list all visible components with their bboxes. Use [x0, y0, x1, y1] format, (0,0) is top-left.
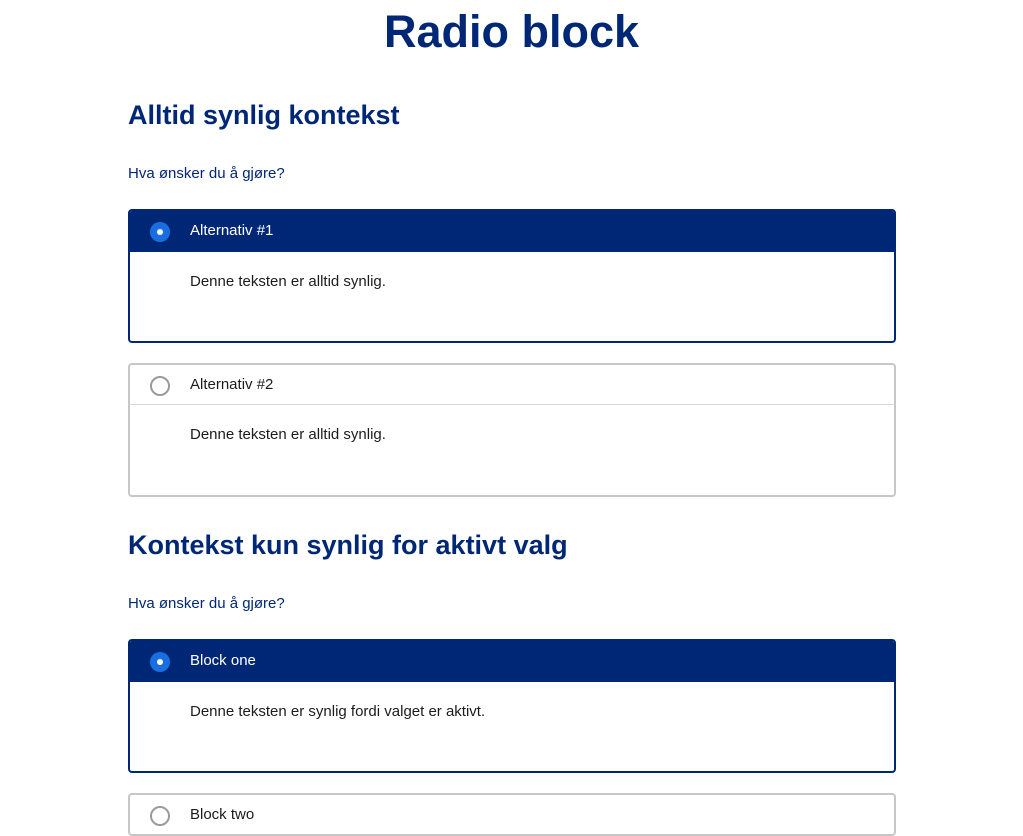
section-title-active-only: Kontekst kun synlig for aktivt valg	[128, 530, 568, 560]
section-question: Hva ønsker du å gjøre?	[128, 165, 285, 182]
radio-selected-icon[interactable]	[150, 222, 170, 242]
section-title-always-visible: Alltid synlig kontekst	[128, 100, 400, 130]
radio-block-content-text: Denne teksten er synlig fordi valget er …	[190, 703, 486, 720]
radio-block-content: Denne teksten er alltid synlig.	[130, 252, 894, 341]
page-title: Radio block	[383, 6, 640, 57]
radio-option-label: Alternativ #2	[190, 376, 274, 393]
radio-block-content: Denne teksten er alltid synlig.	[130, 405, 894, 495]
radio-option-label: Block one	[190, 652, 256, 669]
radio-selected-icon[interactable]	[150, 652, 170, 672]
radio-block-content-text: Denne teksten er alltid synlig.	[190, 273, 386, 290]
radio-block-header[interactable]: Alternativ #2	[130, 365, 894, 405]
radio-block-option-block-two[interactable]: Block two	[128, 793, 896, 836]
section-question: Hva ønsker du å gjøre?	[128, 595, 285, 612]
radio-block-header[interactable]: Block two	[130, 795, 894, 834]
radio-block-option-block-one[interactable]: Block one Denne teksten er synlig fordi …	[128, 639, 896, 773]
page: Radio block Alltid synlig kontekst Hva ø…	[0, 0, 1023, 836]
radio-unselected-icon[interactable]	[150, 376, 170, 396]
radio-block-option-2[interactable]: Alternativ #2 Denne teksten er alltid sy…	[128, 363, 896, 497]
radio-option-label: Alternativ #1	[190, 222, 274, 239]
radio-block-content-text: Denne teksten er alltid synlig.	[190, 426, 386, 443]
radio-block-content: Denne teksten er synlig fordi valget er …	[130, 682, 894, 771]
radio-option-label: Block two	[190, 806, 255, 823]
radio-block-header[interactable]: Block one	[130, 641, 894, 682]
radio-unselected-icon[interactable]	[150, 806, 170, 826]
radio-block-header[interactable]: Alternativ #1	[130, 211, 894, 252]
radio-block-option-1[interactable]: Alternativ #1 Denne teksten er alltid sy…	[128, 209, 896, 343]
